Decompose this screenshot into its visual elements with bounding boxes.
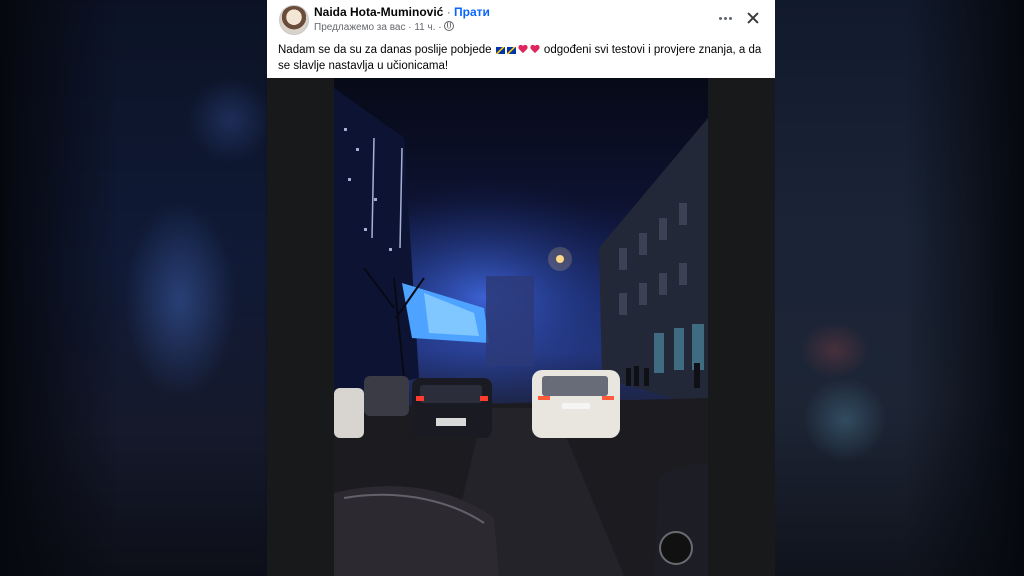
photo-frame — [267, 78, 775, 576]
post-header: Naida Hota-Muminović · Прати Предлажемо … — [267, 0, 775, 40]
post-meta: Предлажемо за вас · 11 ч. · — [314, 21, 455, 33]
separator-dot: · — [446, 5, 451, 19]
more-options-icon[interactable] — [717, 10, 733, 26]
background-vignette-right — [904, 0, 1024, 576]
post-card: Naida Hota-Muminović · Прати Предлажемо … — [267, 0, 775, 576]
post-text-start: Nadam se da su za danas poslije pobjede — [278, 44, 495, 56]
author-avatar[interactable] — [279, 5, 309, 35]
author-name[interactable]: Naida Hota-Muminović — [314, 5, 443, 19]
photo-illustration — [334, 88, 708, 576]
flag-bosnia-icon — [495, 47, 505, 54]
follow-button[interactable]: Прати — [454, 5, 490, 19]
post-text: Nadam se da su za danas poslije pobjede … — [278, 42, 768, 74]
flag-bosnia-icon — [506, 47, 516, 54]
close-icon[interactable] — [745, 10, 761, 26]
background-vignette-left — [0, 0, 120, 576]
heart-icon — [518, 45, 528, 54]
globe-icon — [444, 21, 455, 31]
post-photo[interactable] — [334, 78, 708, 576]
author-line: Naida Hota-Muminović · Прати — [314, 5, 490, 19]
heart-icon — [530, 45, 540, 54]
post-meta-text[interactable]: Предлажемо за вас · 11 ч. · — [314, 22, 442, 33]
